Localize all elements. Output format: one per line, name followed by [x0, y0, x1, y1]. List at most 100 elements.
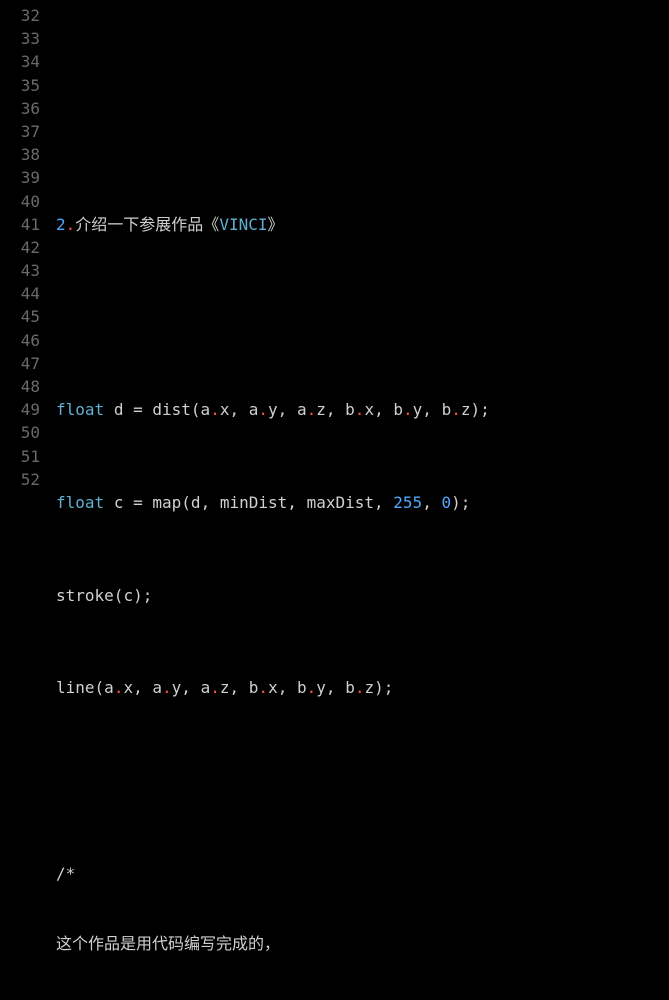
comment-text: /* [56, 864, 75, 883]
comma: , [287, 493, 297, 512]
var-b: b [442, 400, 452, 419]
var-a: a [297, 400, 307, 419]
comma: , [422, 400, 432, 419]
var-d: d [191, 493, 201, 512]
rparen: ) [133, 586, 143, 605]
var-a: a [152, 678, 162, 697]
var-d: d [114, 400, 124, 419]
comma: , [278, 678, 288, 697]
func-dist: dist [152, 400, 191, 419]
line-number: 38 [0, 143, 40, 166]
equals: = [133, 400, 143, 419]
dot-token: . [451, 400, 461, 419]
code-line [56, 769, 520, 792]
code-editor: 32 33 34 35 36 37 38 39 40 41 42 43 44 4… [0, 0, 669, 1000]
equals: = [133, 493, 143, 512]
func-map: map [152, 493, 181, 512]
lparen: ( [191, 400, 201, 419]
line-number: 50 [0, 421, 40, 444]
lparen: ( [114, 586, 124, 605]
open-bracket: 《 [203, 215, 219, 234]
line-number: 35 [0, 74, 40, 97]
var-c: c [114, 493, 124, 512]
var-b: b [393, 400, 403, 419]
var-b: b [345, 678, 355, 697]
close-bracket: 》 [267, 215, 283, 234]
line-number: 33 [0, 27, 40, 50]
dot-token: . [210, 400, 220, 419]
lparen: ( [181, 493, 191, 512]
line-number: 48 [0, 375, 40, 398]
comma: , [326, 400, 336, 419]
line-number: 34 [0, 50, 40, 73]
line-number: 46 [0, 329, 40, 352]
line-number: 44 [0, 282, 40, 305]
num-255: 255 [393, 493, 422, 512]
func-line: line [56, 678, 95, 697]
line-number: 45 [0, 305, 40, 328]
lparen: ( [95, 678, 105, 697]
dot-token: . [258, 678, 268, 697]
code-line: line(a.x, a.y, a.z, b.x, b.y, b.z); [56, 676, 520, 699]
member-y: y [268, 400, 278, 419]
comma: , [229, 400, 239, 419]
member-y: y [172, 678, 182, 697]
type-keyword: float [56, 493, 104, 512]
comma: , [374, 493, 384, 512]
code-line: stroke(c); [56, 584, 520, 607]
comma: , [278, 400, 288, 419]
semi: ; [143, 586, 153, 605]
line-number: 51 [0, 445, 40, 468]
var-b: b [345, 400, 355, 419]
var-a: a [201, 678, 211, 697]
var-b: b [249, 678, 259, 697]
dot-token: . [307, 400, 317, 419]
member-x: x [364, 400, 374, 419]
line-number: 37 [0, 120, 40, 143]
var-c: c [123, 586, 133, 605]
comma: , [422, 493, 432, 512]
var-a: a [201, 400, 211, 419]
var-b: b [297, 678, 307, 697]
dot-token: . [162, 678, 172, 697]
rparen: ) [470, 400, 480, 419]
line-number: 42 [0, 236, 40, 259]
dot-token: . [355, 400, 365, 419]
line-number: 43 [0, 259, 40, 282]
comma: , [230, 678, 240, 697]
num-0: 0 [441, 493, 451, 512]
line-number: 40 [0, 190, 40, 213]
code-line [56, 305, 520, 328]
var-a: a [104, 678, 114, 697]
dot-token: . [114, 678, 124, 697]
type-keyword: float [56, 400, 104, 419]
line-number: 52 [0, 468, 40, 491]
comment-text: 这个作品是用代码编写完成的， [56, 934, 280, 953]
dot-token: . [355, 678, 365, 697]
dot-token: . [66, 215, 76, 234]
code-line [56, 120, 520, 143]
dot-token: . [307, 678, 317, 697]
comma: , [133, 678, 143, 697]
comment-open: /* [56, 862, 520, 885]
semi: ; [461, 493, 471, 512]
line-number: 39 [0, 166, 40, 189]
comma: , [181, 678, 191, 697]
comma: , [201, 493, 211, 512]
line-number: 36 [0, 97, 40, 120]
member-y: y [316, 678, 326, 697]
dot-token: . [403, 400, 413, 419]
dot-token: . [210, 678, 220, 697]
member-z: z [316, 400, 326, 419]
rparen: ) [374, 678, 384, 697]
heading-line: 2.介绍一下参展作品《VINCI》 [56, 213, 520, 236]
dot-token: . [258, 400, 268, 419]
member-x: x [268, 678, 278, 697]
semi: ; [480, 400, 490, 419]
code-line [56, 50, 520, 73]
member-y: y [413, 400, 423, 419]
line-number: 41 [0, 213, 40, 236]
semi: ; [384, 678, 394, 697]
code-region[interactable]: 2.介绍一下参展作品《VINCI》 float d = dist(a.x, a.… [50, 4, 520, 1000]
code-line: float d = dist(a.x, a.y, a.z, b.x, b.y, … [56, 398, 520, 421]
